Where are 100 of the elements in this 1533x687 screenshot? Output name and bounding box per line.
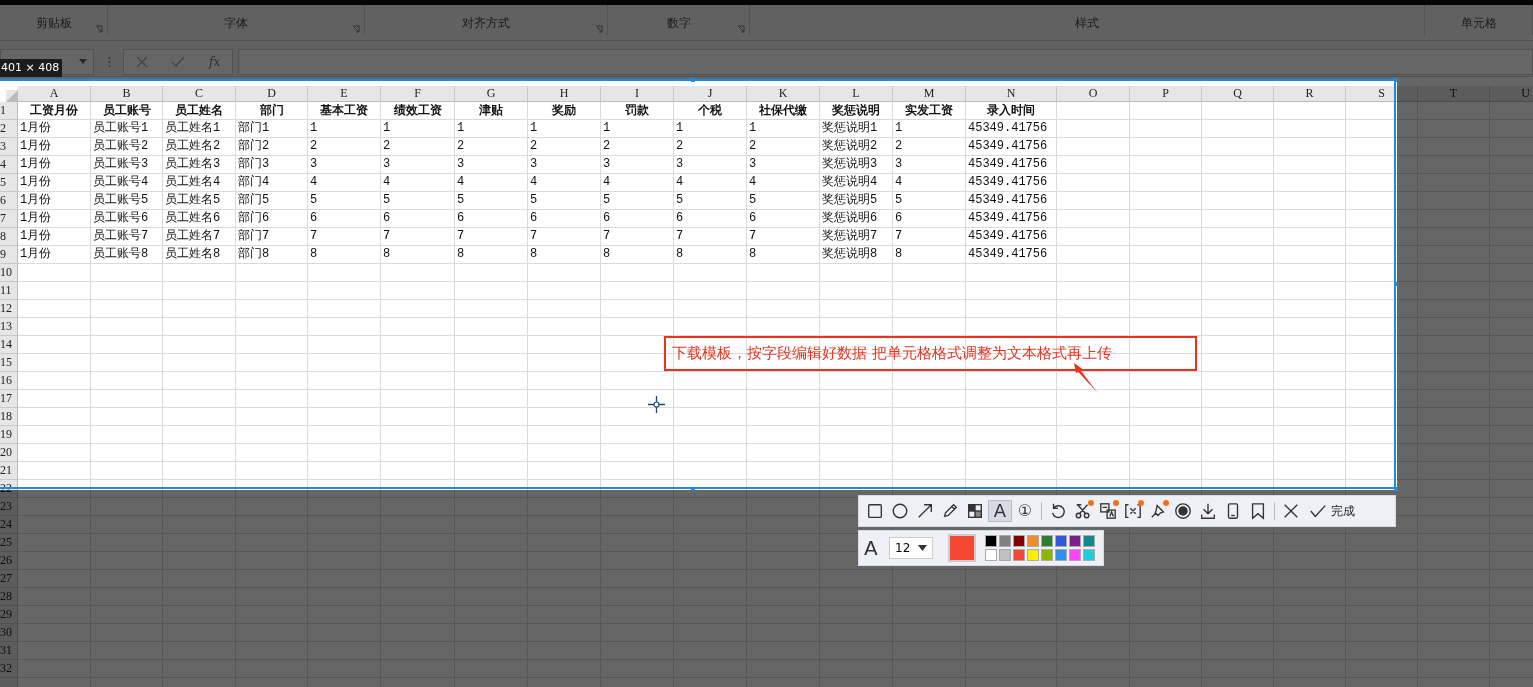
row-header[interactable]: 15 — [0, 354, 18, 372]
table-cell: 3 — [455, 156, 528, 174]
table-cell: 员工姓名4 — [163, 174, 236, 192]
table-cell: 8 — [308, 246, 381, 264]
table-cell: 45349.41756 — [966, 246, 1057, 264]
done-button[interactable]: 完成 — [1304, 500, 1360, 522]
table-cell: 员工姓名 — [163, 102, 236, 120]
table-cell: 1月份 — [18, 156, 91, 174]
table-cell: 4 — [747, 174, 820, 192]
group-label: 样式 — [1075, 14, 1099, 32]
font-label: A — [864, 536, 879, 560]
table-cell: 1 — [601, 120, 674, 138]
row-header[interactable]: 8 — [0, 228, 18, 246]
font-size-dropdown[interactable]: 12 — [889, 537, 933, 559]
row-header[interactable]: 1 — [0, 102, 18, 120]
row-header[interactable]: 19 — [0, 426, 18, 444]
column-header[interactable]: E — [308, 86, 381, 102]
table-cell: 员工账号6 — [91, 210, 163, 228]
table-cell: 实发工资 — [893, 102, 966, 120]
table-cell: 8 — [528, 246, 601, 264]
table-cell: 7 — [455, 228, 528, 246]
column-header[interactable]: P — [1130, 86, 1202, 102]
group-label: 字体 — [224, 14, 248, 32]
table-cell: 45349.41756 — [966, 120, 1057, 138]
column-header[interactable]: H — [528, 86, 601, 102]
table-cell: 2 — [601, 138, 674, 156]
table-cell: 2 — [528, 138, 601, 156]
table-cell: 7 — [674, 228, 747, 246]
column-header[interactable]: C — [163, 86, 236, 102]
table-cell: 1 — [747, 120, 820, 138]
row-header[interactable]: 21 — [0, 462, 18, 480]
column-header[interactable]: S — [1346, 86, 1418, 102]
column-header[interactable]: A — [18, 86, 91, 102]
table-cell: 45349.41756 — [966, 138, 1057, 156]
row-header[interactable]: 10 — [0, 264, 18, 282]
column-header[interactable]: J — [674, 86, 747, 102]
row-header[interactable]: 20 — [0, 444, 18, 462]
table-cell: 2 — [674, 138, 747, 156]
table-cell: 部门7 — [236, 228, 308, 246]
table-cell: 员工姓名1 — [163, 120, 236, 138]
table-cell: 1月份 — [18, 120, 91, 138]
row-header[interactable]: 7 — [0, 210, 18, 228]
table-cell: 3 — [308, 156, 381, 174]
column-header[interactable]: I — [601, 86, 674, 102]
table-cell: 6 — [528, 210, 601, 228]
column-header[interactable]: L — [820, 86, 893, 102]
table-cell: 8 — [674, 246, 747, 264]
table-cell: 员工姓名5 — [163, 192, 236, 210]
marker-tool-button[interactable]: ① — [1013, 500, 1037, 522]
row-header[interactable]: 17 — [0, 390, 18, 408]
table-cell: 5 — [674, 192, 747, 210]
text-tool-button[interactable]: A — [988, 500, 1012, 522]
column-header[interactable]: M — [893, 86, 966, 102]
column-header[interactable]: O — [1057, 86, 1130, 102]
column-header[interactable]: K — [747, 86, 820, 102]
group-label: 剪贴板 — [35, 14, 72, 32]
column-header[interactable]: G — [455, 86, 528, 102]
table-cell: 个税 — [674, 102, 747, 120]
text-annotation[interactable]: 下载模板，按字段编辑好数据 把单元格格式调整为文本格式再上传 — [664, 336, 1197, 371]
table-cell: 1 — [674, 120, 747, 138]
table-cell: 45349.41756 — [966, 210, 1057, 228]
row-header[interactable]: 5 — [0, 174, 18, 192]
table-cell: 奖惩说明4 — [820, 174, 893, 192]
table-cell: 1 — [893, 120, 966, 138]
row-header[interactable]: 3 — [0, 138, 18, 156]
table-cell: 基本工资 — [308, 102, 381, 120]
table-cell: 6 — [601, 210, 674, 228]
row-header[interactable]: 4 — [0, 156, 18, 174]
table-cell: 1 — [528, 120, 601, 138]
row-header[interactable]: 2 — [0, 120, 18, 138]
row-header[interactable]: 14 — [0, 336, 18, 354]
table-cell: 3 — [893, 156, 966, 174]
row-header[interactable]: 9 — [0, 246, 18, 264]
row-header[interactable]: 11 — [0, 282, 18, 300]
group-label: 对齐方式 — [462, 14, 510, 32]
row-header[interactable]: 12 — [0, 300, 18, 318]
table-cell: 8 — [455, 246, 528, 264]
table-cell: 3 — [381, 156, 455, 174]
table-cell: 8 — [893, 246, 966, 264]
table-cell: 部门2 — [236, 138, 308, 156]
group-label: 单元格 — [1460, 14, 1497, 32]
table-cell: 部门 — [236, 102, 308, 120]
column-header[interactable]: Q — [1202, 86, 1274, 102]
column-header[interactable]: R — [1274, 86, 1346, 102]
column-header[interactable]: N — [966, 86, 1057, 102]
table-cell: 部门6 — [236, 210, 308, 228]
table-cell: 7 — [308, 228, 381, 246]
row-header[interactable]: 18 — [0, 408, 18, 426]
column-header[interactable]: D — [236, 86, 308, 102]
table-cell: 部门4 — [236, 174, 308, 192]
table-cell: 奖惩说明3 — [820, 156, 893, 174]
row-header[interactable]: 16 — [0, 372, 18, 390]
table-cell: 45349.41756 — [966, 174, 1057, 192]
table-cell: 3 — [528, 156, 601, 174]
table-cell: 2 — [893, 138, 966, 156]
table-cell: 3 — [601, 156, 674, 174]
column-header[interactable]: F — [381, 86, 455, 102]
row-header[interactable]: 13 — [0, 318, 18, 336]
row-header[interactable]: 6 — [0, 192, 18, 210]
column-header[interactable]: B — [91, 86, 163, 102]
